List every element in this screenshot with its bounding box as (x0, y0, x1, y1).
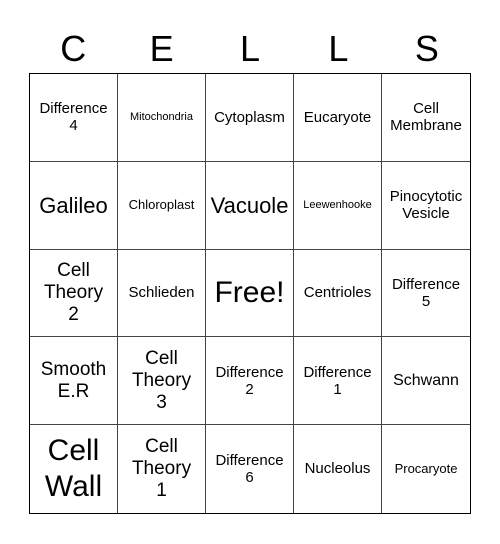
bingo-cell[interactable]: Schlieden (118, 249, 206, 338)
bingo-cell[interactable]: Pinocytotic Vesicle (382, 162, 470, 250)
bingo-cell[interactable]: Difference 2 (206, 337, 294, 426)
bingo-cell[interactable]: Difference 1 (294, 337, 382, 426)
bingo-cell[interactable]: Nucleolus (294, 425, 382, 513)
bingo-cell[interactable]: Eucaryote (294, 74, 382, 162)
bingo-cell[interactable]: Schwann (382, 337, 470, 426)
bingo-cell[interactable]: Cell Theory 1 (118, 425, 206, 513)
bingo-cell[interactable]: Cell Theory 2 (30, 249, 118, 338)
bingo-cell[interactable]: Procaryote (382, 425, 470, 513)
bingo-cell[interactable]: Smooth E.R (30, 337, 118, 426)
bingo-cell[interactable]: Difference 4 (30, 74, 118, 162)
bingo-cell[interactable]: Centrioles (294, 249, 382, 338)
header-letter: S (414, 28, 439, 69)
bingo-cell[interactable]: Leewenhooke (294, 161, 382, 250)
bingo-cell[interactable]: Cell Theory 3 (118, 337, 206, 426)
bingo-cell[interactable]: Galileo (30, 161, 118, 250)
bingo-cell[interactable]: Vacuole (206, 161, 294, 250)
bingo-cell[interactable]: Difference 6 (206, 425, 294, 513)
header-letter: L (328, 28, 349, 69)
header-letter: L (240, 28, 261, 69)
bingo-cell[interactable]: Cell Membrane (382, 74, 470, 162)
bingo-cell[interactable]: Mitochondria (118, 74, 206, 162)
bingo-header: C E L L S (29, 26, 471, 72)
bingo-cell[interactable]: Chloroplast (118, 161, 206, 250)
bingo-cell[interactable]: Difference 5 (382, 250, 470, 338)
bingo-cell[interactable]: Cell Wall (30, 425, 118, 513)
bingo-cell[interactable]: Cytoplasm (206, 74, 294, 162)
bingo-grid: Difference 4 Mitochondria Cytoplasm Euca… (29, 73, 471, 514)
free-space[interactable]: Free! (206, 249, 294, 338)
header-letter: C (60, 28, 87, 69)
header-letter: E (149, 28, 174, 69)
